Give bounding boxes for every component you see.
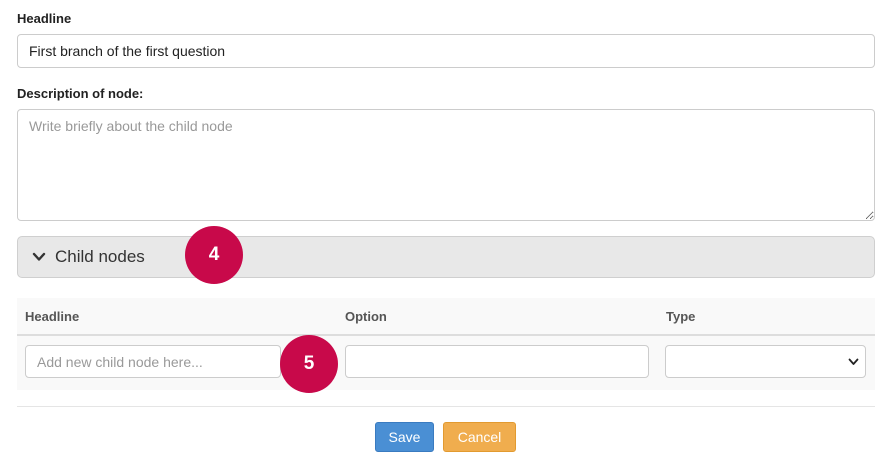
column-header-option: Option: [345, 309, 387, 324]
chevron-down-icon: [32, 252, 46, 261]
headline-input[interactable]: [17, 34, 875, 68]
step-marker-badge: 5: [280, 335, 338, 393]
column-header-type: Type: [666, 309, 696, 324]
headline-label: Headline: [17, 11, 72, 26]
child-nodes-table: Headline Option Type: [17, 298, 875, 390]
chevron-down-icon: [848, 358, 859, 365]
cancel-button[interactable]: Cancel: [443, 422, 516, 452]
description-label: Description of node:: [17, 86, 144, 101]
column-header-headline: Headline: [25, 309, 80, 324]
table-header-divider: [17, 334, 875, 336]
save-button[interactable]: Save: [375, 422, 434, 452]
new-child-type-select[interactable]: [665, 345, 866, 378]
new-child-headline-input[interactable]: [25, 345, 281, 378]
child-nodes-panel-toggle[interactable]: Child nodes: [17, 236, 875, 278]
form-divider: [17, 406, 875, 407]
child-nodes-title: Child nodes: [55, 247, 145, 266]
description-textarea[interactable]: [17, 109, 875, 221]
new-child-option-input[interactable]: [345, 345, 649, 378]
step-marker-badge: 4: [185, 226, 243, 284]
